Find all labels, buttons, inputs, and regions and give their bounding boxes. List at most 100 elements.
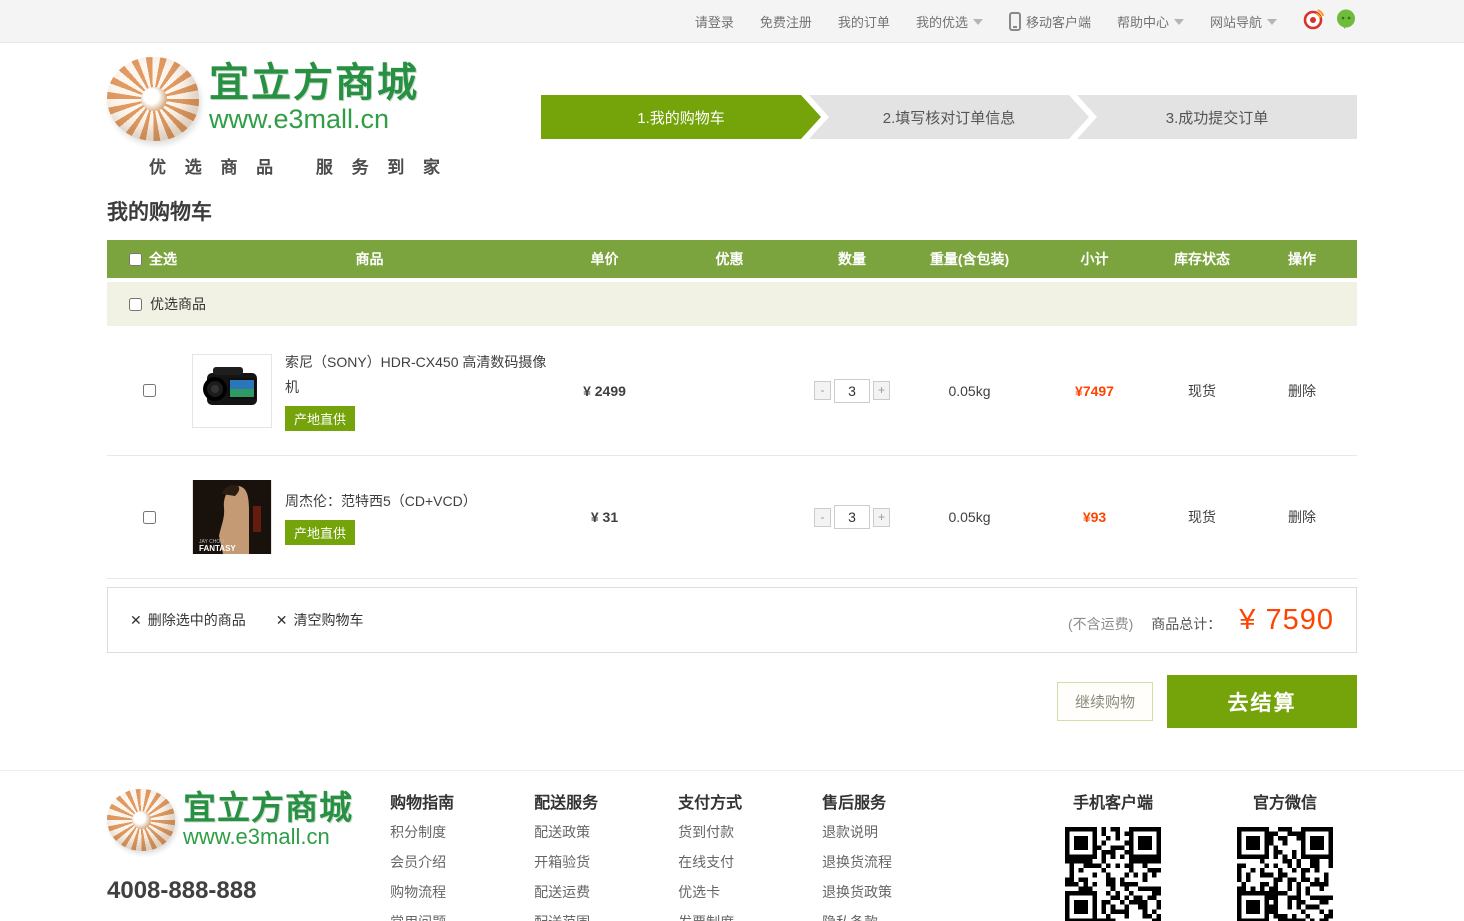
quantity-decrease-button[interactable]: - (814, 381, 831, 400)
logo-slogan: 优 选 商 品 服 务 到 家 (149, 153, 447, 178)
chevron-down-icon (1174, 19, 1184, 25)
item-checkbox[interactable] (143, 384, 156, 397)
footer-link[interactable]: 在线支付 (678, 847, 822, 877)
quantity-decrease-button[interactable]: - (814, 508, 831, 527)
logo-shell-image (107, 57, 199, 141)
total-value: ¥ 7590 (1239, 604, 1334, 637)
continue-shopping-button[interactable]: 继续购物 (1057, 682, 1153, 721)
cart-table-header: 全选 商品 单价 优惠 数量 重量(含包装) 小计 库存状态 操作 (107, 240, 1357, 278)
login-link[interactable]: 请登录 (695, 12, 734, 31)
quantity-stepper: - + (814, 379, 890, 403)
quantity-input[interactable] (834, 379, 870, 403)
footer-link[interactable]: 购物流程 (390, 877, 534, 907)
chevron-down-icon (973, 19, 983, 25)
mobile-client-link[interactable]: 移动客户端 (1009, 12, 1091, 31)
column-weight: 重量(含包装) (907, 249, 1032, 269)
item-weight: 0.05kg (907, 509, 1032, 525)
wechat-icon[interactable] (1335, 8, 1357, 35)
stock-status: 现货 (1157, 507, 1247, 527)
footer-column-payment: 支付方式 货到付款 在线支付 优选卡 发票制度 (678, 789, 822, 921)
phone-icon (1009, 12, 1021, 31)
column-quantity: 数量 (797, 249, 907, 269)
item-checkbox[interactable] (143, 511, 156, 524)
column-discount: 优惠 (662, 249, 797, 269)
chevron-down-icon (1267, 19, 1277, 25)
step-cart: 1.我的购物车 (541, 95, 821, 139)
item-subtotal: ¥93 (1032, 509, 1157, 525)
quantity-stepper: - + (814, 505, 890, 529)
group-header-row: 优选商品 (107, 282, 1357, 326)
step-order-info: 2.填写核对订单信息 (809, 95, 1089, 139)
weibo-icon[interactable] (1303, 8, 1325, 35)
group-label: 优选商品 (150, 294, 206, 314)
footer-column-shopping-guide: 购物指南 积分制度 会员介绍 购物流程 常用问题 (390, 789, 534, 921)
register-link[interactable]: 免费注册 (760, 12, 812, 31)
quantity-increase-button[interactable]: + (873, 381, 890, 400)
product-image-album[interactable]: JAY CHOU FANTASY (192, 480, 272, 554)
cart-item-row: 索尼（SONY）HDR-CX450 高清数码摄像机 产地直供 ¥ 2499 - … (107, 326, 1357, 456)
delete-selected-button[interactable]: ✕ 删除选中的商品 (130, 610, 246, 630)
site-logo[interactable]: 宜立方商城 www.e3mall.cn 优 选 商 品 服 务 到 家 (107, 57, 447, 178)
service-phone: 4008-888-888 (107, 877, 390, 905)
cart-item-row: JAY CHOU FANTASY 周杰伦：范特西5（CD+VCD） 产地直供 ¥… (107, 456, 1357, 579)
column-unit-price: 单价 (547, 249, 662, 269)
qr-code-image (1065, 827, 1161, 921)
footer-link[interactable]: 积分制度 (390, 817, 534, 847)
footer-link[interactable]: 发票制度 (678, 907, 822, 921)
product-tag: 产地直供 (285, 406, 355, 431)
footer: 宜立方商城 www.e3mall.cn 4008-888-888 周一至周日8:… (0, 770, 1464, 921)
footer-link[interactable]: 配送范围 (534, 907, 678, 921)
clear-cart-button[interactable]: ✕ 清空购物车 (276, 610, 364, 630)
footer-column-aftersales: 售后服务 退款说明 退换货流程 退换货政策 隐私条款 (822, 789, 966, 921)
item-weight: 0.05kg (907, 383, 1032, 399)
column-product: 商品 (192, 249, 547, 269)
footer-link[interactable]: 配送运费 (534, 877, 678, 907)
page-title: 我的购物车 (107, 196, 1357, 226)
product-name[interactable]: 周杰伦：范特西5（CD+VCD） (285, 489, 547, 514)
freight-note: (不含运费) (1068, 614, 1133, 634)
quantity-input[interactable] (834, 505, 870, 529)
my-orders-link[interactable]: 我的订单 (838, 12, 890, 31)
column-subtotal: 小计 (1032, 249, 1157, 269)
help-center-menu[interactable]: 帮助中心 (1117, 12, 1184, 31)
stock-status: 现货 (1157, 381, 1247, 401)
item-subtotal: ¥7497 (1032, 383, 1157, 399)
footer-link[interactable]: 退换货政策 (822, 877, 966, 907)
footer-column-delivery: 配送服务 配送政策 开箱验货 配送运费 配送范围 (534, 789, 678, 921)
column-select-all: 全选 (149, 249, 177, 269)
my-picks-menu[interactable]: 我的优选 (916, 12, 983, 31)
total-label: 商品总计： (1151, 614, 1221, 634)
footer-link[interactable]: 退款说明 (822, 817, 966, 847)
footer-link[interactable]: 隐私条款 (822, 907, 966, 921)
column-stock: 库存状态 (1157, 249, 1247, 269)
footer-logo[interactable]: 宜立方商城 www.e3mall.cn (107, 789, 390, 851)
unit-price: ¥ 31 (547, 509, 662, 525)
checkout-button[interactable]: 去结算 (1167, 675, 1357, 728)
quantity-increase-button[interactable]: + (873, 508, 890, 527)
select-all-checkbox[interactable] (129, 253, 142, 266)
footer-link[interactable]: 退换货流程 (822, 847, 966, 877)
product-tag: 产地直供 (285, 520, 355, 545)
logo-shell-image (107, 789, 175, 851)
product-image-camcorder[interactable] (192, 354, 272, 428)
column-action: 操作 (1247, 249, 1357, 269)
x-icon: ✕ (276, 612, 288, 629)
logo-title: 宜立方商城 (209, 63, 419, 103)
delete-item-link[interactable]: 删除 (1247, 381, 1357, 401)
footer-link[interactable]: 货到付款 (678, 817, 822, 847)
footer-link[interactable]: 优选卡 (678, 877, 822, 907)
site-nav-menu[interactable]: 网站导航 (1210, 12, 1277, 31)
product-name[interactable]: 索尼（SONY）HDR-CX450 高清数码摄像机 (285, 350, 547, 399)
unit-price: ¥ 2499 (547, 383, 662, 399)
x-icon: ✕ (130, 612, 142, 629)
qr-mobile-app: 手机客户端 (1041, 789, 1185, 921)
footer-link[interactable]: 开箱验货 (534, 847, 678, 877)
footer-link[interactable]: 配送政策 (534, 817, 678, 847)
footer-link[interactable]: 常用问题 (390, 907, 534, 921)
group-checkbox[interactable] (129, 298, 142, 311)
checkout-steps: 1.我的购物车 2.填写核对订单信息 3.成功提交订单 (541, 95, 1357, 139)
footer-link[interactable]: 会员介绍 (390, 847, 534, 877)
logo-url: www.e3mall.cn (209, 103, 419, 135)
delete-item-link[interactable]: 删除 (1247, 507, 1357, 527)
svg-text:FANTASY: FANTASY (199, 544, 236, 553)
